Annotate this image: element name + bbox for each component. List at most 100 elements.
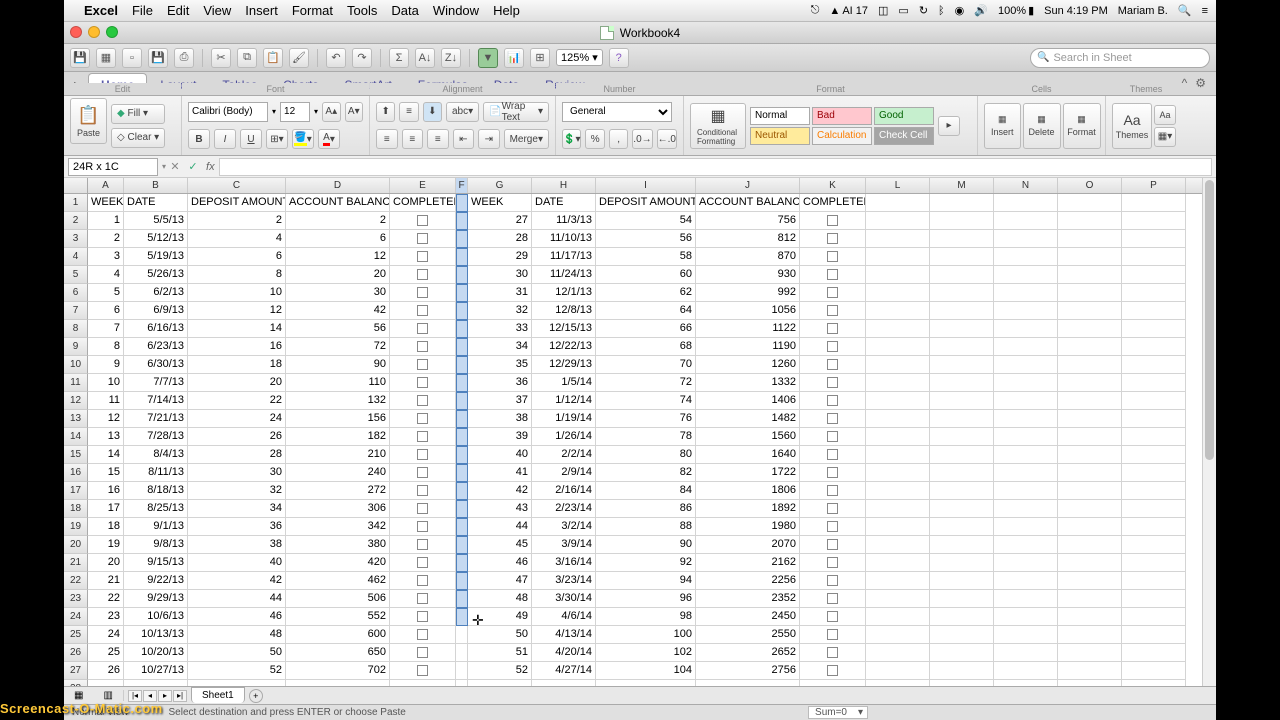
cell-deposit-2[interactable]: 70 xyxy=(596,356,696,374)
battery-indicator[interactable]: 100% ▮ xyxy=(998,4,1034,17)
cell-balance[interactable]: 272 xyxy=(286,482,390,500)
checkbox-icon[interactable] xyxy=(417,539,428,550)
cell-completed-2[interactable] xyxy=(800,230,866,248)
cell-completed-2[interactable] xyxy=(800,356,866,374)
timemachine-icon[interactable]: ↻ xyxy=(919,4,928,17)
cell-f12[interactable] xyxy=(456,392,468,410)
col-header-A[interactable]: A xyxy=(88,178,124,193)
header-week[interactable]: WEEK xyxy=(88,194,124,212)
cell-f23[interactable] xyxy=(456,590,468,608)
cell-week-2[interactable]: 40 xyxy=(468,446,532,464)
cell-week-2[interactable]: 52 xyxy=(468,662,532,680)
checkbox-icon[interactable] xyxy=(417,215,428,226)
cell-week[interactable]: 16 xyxy=(88,482,124,500)
copy-button[interactable]: ⧉ xyxy=(237,48,257,68)
cell-N18[interactable] xyxy=(994,500,1058,518)
cell-L9[interactable] xyxy=(866,338,930,356)
checkbox-icon[interactable] xyxy=(827,593,838,604)
cell-P7[interactable] xyxy=(1122,302,1186,320)
row-header-6[interactable]: 6 xyxy=(64,284,88,302)
normal-view-button[interactable]: ▦ xyxy=(64,690,94,701)
cell-deposit-2[interactable]: 80 xyxy=(596,446,696,464)
checkbox-icon[interactable] xyxy=(417,431,428,442)
cell-N6[interactable] xyxy=(994,284,1058,302)
checkbox-icon[interactable] xyxy=(827,287,838,298)
help-button[interactable]: ⊞ xyxy=(530,48,550,68)
cell-completed-2[interactable] xyxy=(800,248,866,266)
cell-balance-2[interactable]: 2352 xyxy=(696,590,800,608)
cell-P4[interactable] xyxy=(1122,248,1186,266)
row-header-19[interactable]: 19 xyxy=(64,518,88,536)
cell-balance-2[interactable]: 1806 xyxy=(696,482,800,500)
cell-completed-2[interactable] xyxy=(800,410,866,428)
cell-deposit-2[interactable]: 88 xyxy=(596,518,696,536)
cell-M28[interactable] xyxy=(930,680,994,686)
format-cells-button[interactable]: ▦Format xyxy=(1063,103,1101,149)
cell-week[interactable]: 23 xyxy=(88,608,124,626)
cell-balance-2[interactable]: 1332 xyxy=(696,374,800,392)
cell-week-2[interactable]: 35 xyxy=(468,356,532,374)
cell-O9[interactable] xyxy=(1058,338,1122,356)
checkbox-icon[interactable] xyxy=(827,413,838,424)
cell-P16[interactable] xyxy=(1122,464,1186,482)
cell-date[interactable]: 10/6/13 xyxy=(124,608,188,626)
row-header-21[interactable]: 21 xyxy=(64,554,88,572)
cell-O4[interactable] xyxy=(1058,248,1122,266)
cell-date-2[interactable]: 12/29/13 xyxy=(532,356,596,374)
cell-date-2[interactable]: 3/23/14 xyxy=(532,572,596,590)
cell-N3[interactable] xyxy=(994,230,1058,248)
cell-completed[interactable] xyxy=(390,266,456,284)
select-all-corner[interactable] xyxy=(64,178,88,193)
style-calculation[interactable]: Calculation xyxy=(812,127,872,145)
cell-balance[interactable]: 342 xyxy=(286,518,390,536)
cell-P3[interactable] xyxy=(1122,230,1186,248)
cell-balance-2[interactable]: 2162 xyxy=(696,554,800,572)
cell-completed[interactable] xyxy=(390,392,456,410)
cell-deposit-2[interactable]: 60 xyxy=(596,266,696,284)
cell-date-2[interactable]: 2/16/14 xyxy=(532,482,596,500)
align-top-button[interactable]: ⬆ xyxy=(376,102,395,122)
cell-P25[interactable] xyxy=(1122,626,1186,644)
cell-date-2[interactable]: 11/3/13 xyxy=(532,212,596,230)
cell-balance-2[interactable]: 992 xyxy=(696,284,800,302)
cell-balance-2[interactable]: 2450 xyxy=(696,608,800,626)
cell-P24[interactable] xyxy=(1122,608,1186,626)
cell-date-2[interactable]: 4/20/14 xyxy=(532,644,596,662)
display-icon[interactable]: ▭ xyxy=(898,4,908,17)
cell-deposit[interactable]: 26 xyxy=(188,428,286,446)
cell-f8[interactable] xyxy=(456,320,468,338)
cell-balance-2[interactable]: 2070 xyxy=(696,536,800,554)
cell-F28[interactable] xyxy=(456,680,468,686)
header-completed-2[interactable]: COMPLETED xyxy=(800,194,866,212)
col-header-L[interactable]: L xyxy=(866,178,930,193)
cell-A28[interactable] xyxy=(88,680,124,686)
cell-M21[interactable] xyxy=(930,554,994,572)
cell-date[interactable]: 9/1/13 xyxy=(124,518,188,536)
checkbox-icon[interactable] xyxy=(827,629,838,640)
cell-L6[interactable] xyxy=(866,284,930,302)
increase-decimal-button[interactable]: .0→ xyxy=(632,129,652,149)
cell-P20[interactable] xyxy=(1122,536,1186,554)
cell-deposit[interactable]: 28 xyxy=(188,446,286,464)
cell-completed[interactable] xyxy=(390,212,456,230)
cell-P15[interactable] xyxy=(1122,446,1186,464)
cell-K28[interactable] xyxy=(800,680,866,686)
col-header-J[interactable]: J xyxy=(696,178,800,193)
cell-date[interactable]: 5/12/13 xyxy=(124,230,188,248)
cell-week[interactable]: 1 xyxy=(88,212,124,230)
cell-deposit[interactable]: 6 xyxy=(188,248,286,266)
cell-O7[interactable] xyxy=(1058,302,1122,320)
cell-G28[interactable] xyxy=(468,680,532,686)
cell-week-2[interactable]: 41 xyxy=(468,464,532,482)
cell-balance-2[interactable]: 1190 xyxy=(696,338,800,356)
cell-N21[interactable] xyxy=(994,554,1058,572)
checkbox-icon[interactable] xyxy=(827,647,838,658)
insert-cells-button[interactable]: ▦Insert xyxy=(984,103,1021,149)
cell-date[interactable]: 5/19/13 xyxy=(124,248,188,266)
cell-date[interactable]: 9/29/13 xyxy=(124,590,188,608)
col-header-D[interactable]: D xyxy=(286,178,390,193)
cell-date-2[interactable]: 12/1/13 xyxy=(532,284,596,302)
cell-deposit[interactable]: 46 xyxy=(188,608,286,626)
cell-L3[interactable] xyxy=(866,230,930,248)
checkbox-icon[interactable] xyxy=(417,377,428,388)
